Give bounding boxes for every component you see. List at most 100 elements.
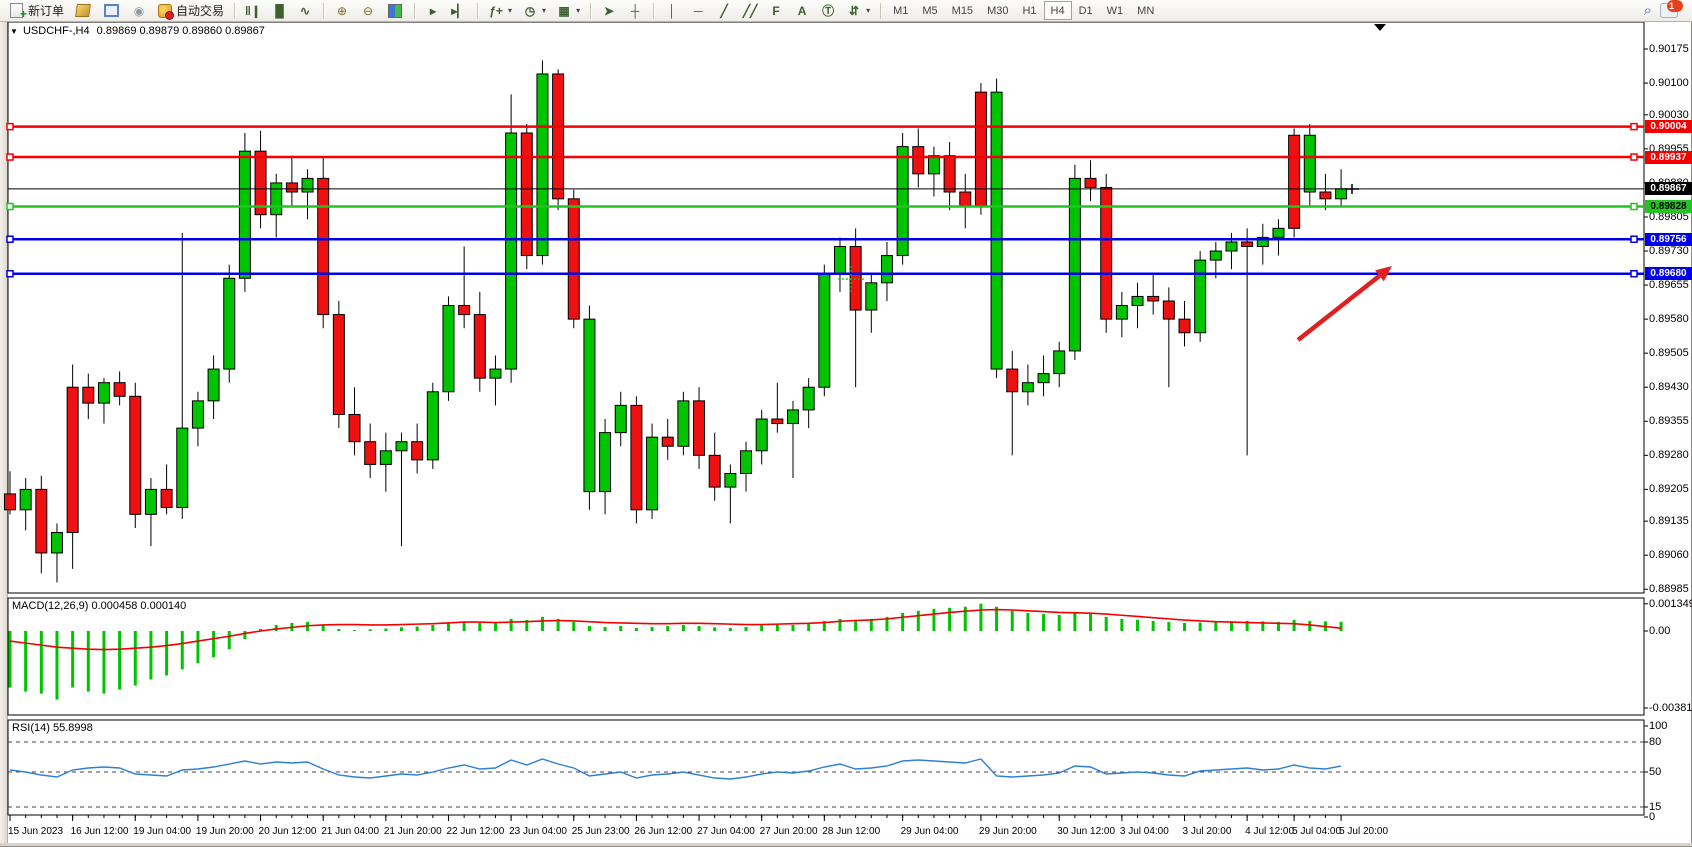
- auto-scroll-button[interactable]: ▸: [420, 0, 446, 21]
- periods-button[interactable]: ◷▾: [517, 0, 551, 21]
- support-line-2-handle[interactable]: [1631, 236, 1637, 242]
- time-axis-label: 4 Jul 12:00: [1245, 826, 1294, 837]
- candle-body: [819, 274, 830, 388]
- macd-tick-label: 0.001349: [1649, 598, 1692, 610]
- time-axis-label: 3 Jul 20:00: [1183, 826, 1232, 837]
- zoom-in-button[interactable]: ⊕: [329, 0, 355, 21]
- templates-button[interactable]: ▦▾: [551, 0, 585, 21]
- candle-body: [913, 147, 924, 174]
- new-order-button[interactable]: 新订单: [3, 0, 69, 21]
- candle-body: [1320, 192, 1331, 199]
- time-axis-label: 29 Jun 20:00: [979, 826, 1037, 837]
- time-axis-label: 26 Jun 12:00: [634, 826, 692, 837]
- time-axis-label: 22 Jun 12:00: [446, 826, 504, 837]
- price-tick-label: 0.89280: [1649, 449, 1689, 461]
- resistance-line-2-handle[interactable]: [7, 154, 13, 160]
- toolbar-right: ⌕1: [1644, 2, 1692, 19]
- time-axis-label: 19 Jun 04:00: [133, 826, 191, 837]
- channel-button[interactable]: ╱╱: [737, 0, 763, 21]
- chart-title: ▼ USDCHF-,H4 0.89869 0.89879 0.89860 0.8…: [10, 25, 265, 37]
- timeframe-d1[interactable]: D1: [1072, 1, 1100, 20]
- autotrading-button[interactable]: 自动交易: [152, 0, 229, 21]
- bar-chart-icon: ‖❙: [245, 3, 261, 19]
- indicators-button[interactable]: ƒ+▾: [483, 0, 517, 21]
- horizontal-line-icon: ─: [690, 3, 706, 19]
- candle-body: [631, 405, 642, 509]
- indicators-button-dropdown-icon[interactable]: ▾: [508, 6, 512, 15]
- timeframe-h4[interactable]: H4: [1044, 1, 1072, 20]
- price-tick-label: 0.89430: [1649, 381, 1689, 393]
- text-label-button[interactable]: Ⓣ: [815, 0, 841, 21]
- periods-button-dropdown-icon[interactable]: ▾: [542, 6, 546, 15]
- templates-button-dropdown-icon[interactable]: ▾: [576, 6, 580, 15]
- line-chart-button[interactable]: ∿: [292, 0, 318, 21]
- candle-body: [224, 278, 235, 369]
- timeframe-w1[interactable]: W1: [1100, 1, 1131, 20]
- support-line-3-handle[interactable]: [7, 271, 13, 277]
- price-tick-label: 0.89135: [1649, 515, 1689, 527]
- trendline-button[interactable]: ╱: [711, 0, 737, 21]
- text-button[interactable]: A: [789, 0, 815, 21]
- candle-body: [396, 442, 407, 451]
- support-line-3-handle[interactable]: [1631, 271, 1637, 277]
- candle-body: [1038, 374, 1049, 383]
- candle-body: [1336, 189, 1347, 199]
- candle-body: [866, 283, 877, 310]
- bar-chart-button[interactable]: ‖❙: [240, 0, 266, 21]
- chart-shift-button[interactable]: ▸▏: [446, 0, 472, 21]
- candle-body: [1132, 296, 1143, 305]
- tile-windows-button[interactable]: [381, 0, 409, 21]
- timeframe-m30[interactable]: M30: [980, 1, 1015, 20]
- price-tick-label: 0.89205: [1649, 483, 1689, 495]
- arrows-button[interactable]: ⇵▾: [841, 0, 875, 21]
- arrows-button-dropdown-icon[interactable]: ▾: [866, 6, 870, 15]
- support-line-1-handle[interactable]: [7, 204, 13, 210]
- main-toolbar: 新订单◉自动交易‖❙▐▌∿⊕⊖▸▸▏ƒ+▾◷▾▦▾➤┼│─╱╱╱FAⓉ⇵▾M1M…: [0, 0, 1692, 22]
- timeframe-m15[interactable]: M15: [945, 1, 980, 20]
- chat-icon[interactable]: 1: [1660, 3, 1678, 18]
- toolbar-separator: [234, 3, 235, 19]
- vertical-line-button[interactable]: │: [659, 0, 685, 21]
- price-tick-label: 0.89580: [1649, 313, 1689, 325]
- zoom-out-button[interactable]: ⊖: [355, 0, 381, 21]
- candle-body: [1085, 178, 1096, 187]
- candle-body: [1242, 242, 1253, 247]
- candle-body: [1273, 228, 1284, 237]
- cursor-button[interactable]: ➤: [596, 0, 622, 21]
- time-axis-label: 30 Jun 12:00: [1057, 826, 1115, 837]
- toolbar-group-2: ⊕⊖: [326, 0, 412, 21]
- macd-indicator-label: MACD(12,26,9) 0.000458 0.000140: [12, 600, 186, 612]
- timeframe-h1[interactable]: H1: [1015, 1, 1043, 20]
- candle-body: [459, 306, 470, 315]
- timeframe-mn[interactable]: MN: [1130, 1, 1161, 20]
- search-icon[interactable]: ⌕: [1644, 2, 1652, 19]
- resistance-line-2-handle[interactable]: [1631, 154, 1637, 160]
- timeframe-m5[interactable]: M5: [915, 1, 944, 20]
- price-tick-label: 0.89060: [1649, 549, 1689, 561]
- signal-icon: ◉: [131, 3, 147, 19]
- signals-button[interactable]: ◉: [126, 0, 152, 21]
- support-line-1-handle[interactable]: [1631, 204, 1637, 210]
- candle-body: [741, 451, 752, 474]
- candle-body: [412, 442, 423, 460]
- rsi-tick-label: 0: [1649, 811, 1655, 823]
- candle-body: [1210, 251, 1221, 260]
- timeframe-m1[interactable]: M1: [886, 1, 915, 20]
- support-line-2-handle[interactable]: [7, 236, 13, 242]
- candle-body: [1069, 178, 1080, 351]
- channel-icon: ╱╱: [742, 3, 758, 19]
- toolbar-group-3: ▸▸▏: [417, 0, 475, 21]
- new-chart-button[interactable]: [97, 0, 126, 21]
- candlestick-chart-button[interactable]: ▐▌: [266, 0, 292, 21]
- horizontal-line-button[interactable]: ─: [685, 0, 711, 21]
- chart-ohlc: 0.89869 0.89879 0.89860 0.89867: [97, 25, 265, 37]
- resistance-line-1-handle[interactable]: [1631, 124, 1637, 130]
- chevron-down-icon[interactable]: ▼: [10, 27, 18, 36]
- resistance-line-1-handle[interactable]: [7, 124, 13, 130]
- candle-body: [1304, 135, 1315, 192]
- crosshair-button[interactable]: ┼: [622, 0, 648, 21]
- styler-button[interactable]: [69, 0, 97, 21]
- toolbar-group-1: ‖❙ ▐▌∿: [237, 0, 321, 21]
- fibonacci-button[interactable]: F: [763, 0, 789, 21]
- candle-body: [365, 442, 376, 465]
